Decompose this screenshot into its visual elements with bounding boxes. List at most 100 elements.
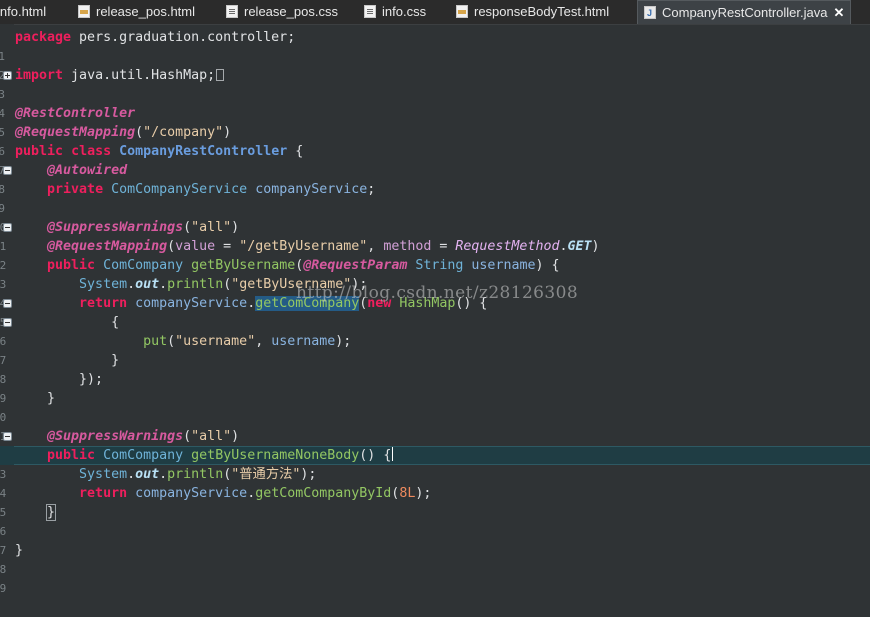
method-name: put (143, 334, 168, 349)
code-text: pers.graduation.controller; (71, 30, 296, 45)
matching-brace: } (46, 504, 57, 521)
fold-collapse-icon[interactable] (3, 299, 12, 308)
code-text: ) (231, 220, 240, 235)
string-literal: "all" (191, 220, 232, 235)
fold-collapse-icon[interactable] (3, 432, 12, 441)
annotation: @RequestParam (303, 258, 408, 273)
code-text: ( (183, 220, 192, 235)
code-text: ); (415, 486, 432, 501)
code-editor[interactable]: 1 package pers.graduation.controller; 2 … (0, 24, 870, 595)
code-line[interactable]: 22 @SuppressWarnings("all") (0, 427, 870, 462)
code-line[interactable]: 21 (0, 408, 870, 443)
watermark-text: http://blog.csdn.net/z28126308 (296, 283, 579, 303)
annotation: @RequestMapping (47, 239, 168, 254)
parameter-name: username (271, 334, 336, 349)
code-text: . (247, 486, 256, 501)
code-line[interactable]: 12 @RequestMapping(value = "/getByUserna… (0, 237, 870, 272)
keyword: class (71, 144, 112, 159)
code-line[interactable]: 20 } (0, 389, 870, 424)
code-text: ( (135, 125, 144, 140)
keyword: public (47, 258, 96, 273)
code-line[interactable]: 28 } (0, 541, 870, 576)
tab-company-rest-controller-java[interactable]: CompanyRestController.java ✕ (637, 0, 851, 24)
code-line[interactable]: 4 (0, 85, 870, 120)
css-file-icon (226, 5, 238, 18)
code-text: = (215, 239, 240, 254)
tab-info-css[interactable]: info.css (364, 0, 426, 24)
code-line[interactable]: 9 private ComCompanyService companyServi… (0, 180, 870, 215)
string-literal: "username" (175, 334, 256, 349)
code-line[interactable]: 27 (0, 522, 870, 557)
css-file-icon (364, 5, 376, 18)
keyword: public (47, 448, 96, 463)
code-line[interactable]: 7 public class CompanyRestController { (0, 142, 870, 177)
code-line[interactable]: 19 }); (0, 370, 870, 405)
fold-expand-icon[interactable] (3, 71, 12, 80)
code-text: ( (183, 429, 192, 444)
class-name: CompanyRestController (119, 144, 288, 159)
code-line[interactable]: 3 import java.util.HashMap; (0, 66, 870, 101)
fold-collapse-icon[interactable] (3, 318, 12, 327)
code-line[interactable]: 2 (0, 47, 870, 82)
fold-collapse-icon[interactable] (3, 223, 12, 232)
code-text: ( (167, 239, 176, 254)
text-cursor (392, 447, 394, 461)
tab-label: info.css (382, 4, 427, 19)
code-text: , (255, 334, 272, 349)
html-file-icon (456, 5, 468, 18)
html-file-icon (78, 5, 90, 18)
type-name: ComCompanyService (111, 182, 248, 197)
code-line[interactable]: 26 } (0, 503, 870, 538)
static-field: out (135, 467, 160, 482)
code-line[interactable]: 10 (0, 199, 870, 234)
type-name: System (79, 277, 128, 292)
keyword: private (47, 182, 104, 197)
tab-release-pos-css[interactable]: release_pos.css (226, 0, 338, 24)
tab-release-pos-html[interactable]: release_pos.html (78, 0, 195, 24)
number-literal: 8L (399, 486, 416, 501)
current-code-line[interactable]: 23 public ComCompany getByUsernameNoneBo… (0, 446, 870, 481)
tab-response-body-test-html[interactable]: responseBodyTest.html (456, 0, 609, 24)
code-text: { (111, 315, 120, 330)
field-name: companyService (135, 486, 248, 501)
code-line[interactable]: 16 { (0, 313, 870, 348)
method-name: getByUsername (191, 258, 296, 273)
annotation-attribute: value (175, 239, 216, 254)
code-line[interactable]: 6 @RequestMapping("/company") (0, 123, 870, 158)
code-text: } (111, 353, 120, 368)
code-line[interactable]: 18 } (0, 351, 870, 386)
collapsed-imports-icon[interactable] (216, 69, 225, 81)
method-name: getByUsernameNoneBody (191, 448, 360, 463)
code-text: ) (223, 125, 232, 140)
tab-label: info.html (0, 4, 47, 19)
annotation: @SuppressWarnings (47, 220, 184, 235)
annotation: @RequestMapping (15, 125, 136, 140)
java-file-icon (644, 1, 656, 24)
code-line[interactable]: 8 @Autowired (0, 161, 870, 196)
code-text: ); (335, 334, 352, 349)
code-line[interactable]: 5 @RestController (0, 104, 870, 139)
string-literal: "普通方法" (231, 467, 301, 482)
close-icon[interactable]: ✕ (833, 1, 844, 24)
code-line[interactable]: 11 @SuppressWarnings("all") (0, 218, 870, 253)
editor-tab-bar: info.html release_pos.html release_pos.c… (0, 0, 870, 25)
parameter-name: username (471, 258, 536, 273)
code-line[interactable]: 24 System.out.println("普通方法"); (0, 465, 870, 500)
code-line[interactable]: 1 package pers.graduation.controller; (0, 28, 870, 63)
code-text: ) (231, 429, 240, 444)
tab-info-html[interactable]: info.html (0, 0, 46, 24)
tab-label: CompanyRestController.java (662, 5, 828, 20)
type-name: ComCompany (103, 448, 184, 463)
code-line[interactable]: 29 (0, 560, 870, 595)
code-line[interactable]: 25 return companyService.getComCompanyBy… (0, 484, 870, 519)
code-text: . (127, 277, 136, 292)
string-literal: "all" (191, 429, 232, 444)
field-name: companyService (255, 182, 368, 197)
code-line[interactable]: 17 put("username", username); (0, 332, 870, 367)
code-text: ) (591, 239, 600, 254)
code-line[interactable]: 13 public ComCompany getByUsername(@Requ… (0, 256, 870, 291)
code-text: . (159, 277, 168, 292)
type-name: System (79, 467, 128, 482)
fold-collapse-icon[interactable] (3, 166, 12, 175)
tab-label: responseBodyTest.html (474, 4, 610, 19)
